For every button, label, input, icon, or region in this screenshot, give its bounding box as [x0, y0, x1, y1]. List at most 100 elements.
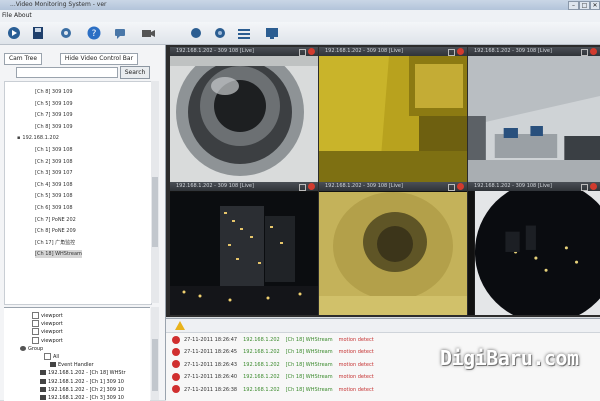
- search-button[interactable]: Search: [120, 66, 150, 79]
- close-icon[interactable]: [590, 48, 597, 55]
- maximize-icon[interactable]: [581, 184, 588, 191]
- tree-camera-node[interactable]: [Ch 4] 309 108: [35, 181, 73, 189]
- checkbox[interactable]: [32, 328, 39, 336]
- tree-node-label: [Ch 1] 309 108: [35, 147, 73, 153]
- tree-camera-node[interactable]: [Ch 8] 309 109: [35, 123, 73, 131]
- event-log-row[interactable]: 27-11-2011 18:26:40 192.168.1.202 [Ch 18] …: [172, 372, 374, 382]
- event-time: 27-11-2011 18:26:43: [184, 361, 238, 368]
- event-log-row[interactable]: 27-11-2011 18:26:45 192.168.1.202 [Ch 18] …: [172, 347, 374, 357]
- help-icon[interactable]: ?: [86, 25, 102, 41]
- tree-camera-node[interactable]: [Ch 1] 309 108: [35, 146, 73, 154]
- chat-icon[interactable]: [112, 25, 128, 41]
- close-button[interactable]: ✕: [590, 1, 600, 10]
- record-icon[interactable]: [188, 25, 204, 41]
- video-panel[interactable]: 192.168.1.202 - 309 108 [Live]: [319, 182, 467, 315]
- view-tree-item[interactable]: Group: [20, 345, 43, 353]
- video-panel[interactable]: 192.168.1.202 - 309 108 [Live]: [170, 182, 318, 315]
- event-channel: [Ch 18] WHStream: [285, 337, 333, 343]
- layout-icon[interactable]: [236, 25, 252, 41]
- tree-camera-node[interactable]: [Ch 5] 309 108: [35, 192, 73, 200]
- tree-camera-node[interactable]: [Ch 8] 309 109: [35, 88, 73, 96]
- event-time: 27-11-2011 18:26:38: [184, 386, 238, 393]
- camera-tree: [Ch 8] 309 109 [Ch 5] 309 109 [Ch 7] 309 1…: [4, 81, 152, 305]
- camera-tree-scrollbar[interactable]: [151, 81, 159, 303]
- scrollbar-thumb[interactable]: [152, 177, 158, 247]
- camera-icon[interactable]: [140, 25, 156, 41]
- view-tree-item[interactable]: All: [44, 353, 59, 361]
- event-ip: 192.168.1.202: [243, 374, 280, 381]
- video-panel[interactable]: 192.168.1.202 - 309 108 [Live]: [319, 47, 467, 182]
- video-frame: [319, 56, 467, 182]
- event-type: motion detect: [338, 349, 374, 356]
- view-tree-item[interactable]: Event Handler: [50, 361, 94, 369]
- snapshot-icon[interactable]: [212, 25, 228, 41]
- checkbox[interactable]: [32, 320, 39, 328]
- tree-node-label: [Ch 5] 309 109: [35, 100, 73, 107]
- save-icon[interactable]: [30, 25, 46, 41]
- checkbox[interactable]: [32, 312, 39, 319]
- close-icon[interactable]: [308, 48, 315, 55]
- tree-camera-node[interactable]: [Ch 2] 309 108: [35, 158, 73, 166]
- video-panel[interactable]: 192.168.1.202 - 309 108 [Live]: [468, 182, 600, 315]
- tree-camera-node[interactable]: [Ch 6] 309 108: [35, 204, 73, 212]
- maximize-icon[interactable]: [581, 49, 588, 56]
- checkbox[interactable]: [32, 336, 39, 344]
- view-tree-item[interactable]: viewport: [32, 336, 63, 345]
- event-log-row[interactable]: 27-11-2011 18:26:47 192.168.1.202 [Ch 18] …: [172, 335, 374, 345]
- event-ip: 192.168.1.202: [243, 349, 280, 356]
- hide-control-bar-button[interactable]: Hide Video Control Bar: [60, 53, 138, 65]
- close-icon[interactable]: [457, 183, 464, 190]
- scrollbar-thumb[interactable]: [152, 339, 158, 391]
- search-input[interactable]: [16, 67, 118, 78]
- view-tree-label: viewport: [41, 329, 63, 336]
- tree-camera-node[interactable]: [Ch 5] 309 109: [35, 100, 73, 108]
- view-tree-item[interactable]: viewport: [32, 312, 63, 320]
- maximize-button[interactable]: □: [579, 1, 590, 10]
- maximize-icon[interactable]: [448, 49, 455, 56]
- video-panel[interactable]: 192.168.1.202 - 309 108 [Live]: [468, 47, 600, 182]
- view-tree-label: viewport: [41, 313, 63, 319]
- close-icon[interactable]: [590, 183, 597, 190]
- view-tree-label: viewport: [41, 337, 63, 344]
- tree-camera-node[interactable]: [Ch 3] 309 107: [35, 169, 73, 177]
- tree-group-node[interactable]: ▪ 192.168.1.202: [17, 134, 59, 142]
- group-icon: [20, 345, 26, 351]
- view-tree-item[interactable]: viewport: [32, 320, 63, 328]
- play-icon[interactable]: [6, 25, 22, 41]
- camera-icon: [40, 386, 46, 392]
- view-tree-item[interactable]: 192.168.1.202 - [Ch 1] 309 10: [40, 378, 124, 386]
- event-log-row[interactable]: 27-11-2011 18:26:38 192.168.1.202 [Ch 18] …: [172, 385, 374, 395]
- toolbar: ?: [0, 22, 600, 45]
- maximize-icon[interactable]: [448, 184, 455, 191]
- maximize-icon[interactable]: [299, 49, 306, 56]
- tree-camera-node[interactable]: [Ch 18] WHStream: [35, 250, 82, 259]
- event-type: motion detect: [338, 361, 374, 368]
- checkbox[interactable]: [44, 353, 51, 360]
- menu-file[interactable]: File: [2, 12, 12, 19]
- view-tree-item[interactable]: 192.168.1.202 - [Ch 2] 309 10: [40, 386, 124, 394]
- video-panel[interactable]: 192.168.1.202 - 309 108 [Live]: [170, 47, 318, 182]
- close-icon[interactable]: [457, 48, 464, 55]
- tree-camera-node[interactable]: [Ch 17] 广角监控: [35, 239, 75, 247]
- view-tree-label: Group: [28, 345, 44, 352]
- menu-about[interactable]: About: [14, 12, 32, 19]
- tab-cam-tree[interactable]: Cam Tree: [4, 53, 42, 65]
- event-log-row[interactable]: 27-11-2011 18:26:43 192.168.1.202 [Ch 18] …: [172, 360, 374, 370]
- tree-camera-node[interactable]: [Ch 7] 309 109: [35, 111, 73, 119]
- minimize-button[interactable]: –: [568, 1, 579, 10]
- video-panel-title: 192.168.1.202 - 309 108 [Live]: [325, 183, 403, 189]
- view-tree-item[interactable]: viewport: [32, 328, 63, 336]
- alarm-icon: [172, 335, 180, 344]
- tree-camera-node[interactable]: [Ch 8] PoNE 209: [35, 227, 76, 235]
- tree-node-label: [Ch 6] 309 108: [35, 205, 73, 211]
- maximize-icon[interactable]: [299, 184, 306, 191]
- display-icon[interactable]: [264, 25, 280, 41]
- view-tree-scrollbar[interactable]: [151, 307, 159, 400]
- tree-camera-node[interactable]: [Ch 7] PoNE 202: [35, 216, 76, 224]
- close-icon[interactable]: [308, 183, 315, 190]
- settings-icon[interactable]: [58, 25, 74, 41]
- tree-node-label: [Ch 5] 309 108: [35, 193, 73, 200]
- video-frame: [170, 192, 318, 315]
- expand-icon[interactable]: ▪: [17, 135, 20, 141]
- view-tree-item[interactable]: 192.168.1.202 - [Ch 18] WHStr: [40, 369, 126, 377]
